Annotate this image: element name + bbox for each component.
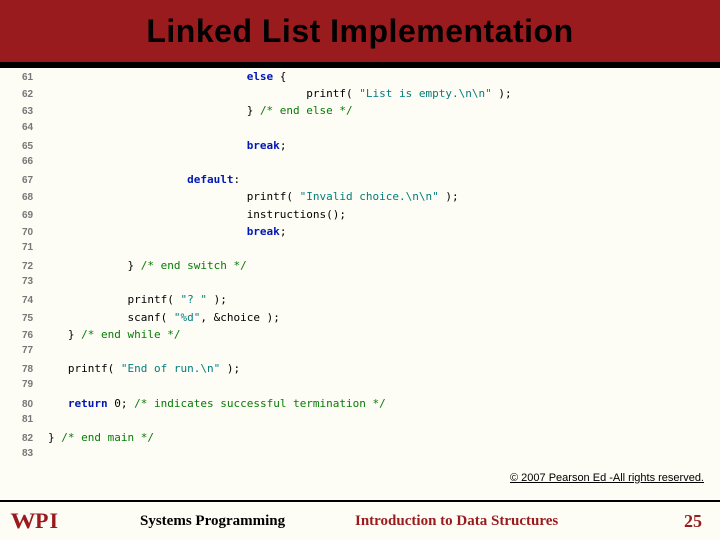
code-text: scanf( "%d", &choice ); <box>48 311 280 324</box>
code-text: printf( "End of run.\n" ); <box>48 362 240 375</box>
line-number: 76 <box>22 330 48 341</box>
line-number: 81 <box>22 414 48 425</box>
line-number: 73 <box>22 276 48 287</box>
code-line: 70 break; <box>22 225 602 242</box>
title-underline <box>0 62 720 68</box>
logo-letter-p: P <box>35 508 48 534</box>
line-number: 80 <box>22 399 48 410</box>
line-number: 68 <box>22 192 48 203</box>
code-line: 71 <box>22 242 602 259</box>
line-number: 71 <box>22 242 48 253</box>
code-line: 64 <box>22 122 602 139</box>
line-number: 79 <box>22 379 48 390</box>
code-line: 78 printf( "End of run.\n" ); <box>22 362 602 379</box>
code-line: 66 <box>22 156 602 173</box>
slide: Linked List Implementation 61 else {62 p… <box>0 0 720 540</box>
code-line: 81 <box>22 414 602 431</box>
line-number: 65 <box>22 141 48 152</box>
line-number: 82 <box>22 433 48 444</box>
code-text: printf( "Invalid choice.\n\n" ); <box>48 190 459 203</box>
line-number: 61 <box>22 72 48 83</box>
footer: W P I Systems Programming Introduction t… <box>0 500 720 540</box>
code-text: } /* end else */ <box>48 104 353 117</box>
line-number: 75 <box>22 313 48 324</box>
page-number: 25 <box>684 511 702 532</box>
line-number: 63 <box>22 106 48 117</box>
code-line: 65 break; <box>22 139 602 156</box>
code-text: break; <box>48 139 286 152</box>
footer-center-text: Introduction to Data Structures <box>355 513 558 530</box>
code-line: 79 <box>22 379 602 396</box>
code-text: printf( "? " ); <box>48 293 227 306</box>
code-text: } /* end while */ <box>48 328 180 341</box>
code-line: 72 } /* end switch */ <box>22 259 602 276</box>
code-text: } /* end switch */ <box>48 259 247 272</box>
code-line: 73 <box>22 276 602 293</box>
line-number: 83 <box>22 448 48 459</box>
code-line: 74 printf( "? " ); <box>22 293 602 310</box>
line-number: 78 <box>22 364 48 375</box>
logo-letter-w: W <box>10 508 35 534</box>
code-text: instructions(); <box>48 208 346 221</box>
line-number: 70 <box>22 227 48 238</box>
code-line: 69 instructions(); <box>22 208 602 225</box>
code-line: 80 return 0; /* indicates successful ter… <box>22 397 602 414</box>
code-line: 67 default: <box>22 173 602 190</box>
line-number: 74 <box>22 295 48 306</box>
code-line: 63 } /* end else */ <box>22 104 602 121</box>
copyright-text: © 2007 Pearson Ed -All rights reserved. <box>510 472 704 484</box>
code-line: 77 <box>22 345 602 362</box>
code-line: 61 else { <box>22 70 602 87</box>
code-text: else { <box>48 70 286 83</box>
line-number: 66 <box>22 156 48 167</box>
line-number: 67 <box>22 175 48 186</box>
code-line: 76 } /* end while */ <box>22 328 602 345</box>
code-text: } /* end main */ <box>48 431 154 444</box>
footer-left-text: Systems Programming <box>140 513 285 530</box>
code-block: 61 else {62 printf( "List is empty.\n\n"… <box>22 70 602 465</box>
code-text: return 0; /* indicates successful termin… <box>48 397 386 410</box>
code-line: 82} /* end main */ <box>22 431 602 448</box>
line-number: 77 <box>22 345 48 356</box>
line-number: 72 <box>22 261 48 272</box>
slide-title: Linked List Implementation <box>146 13 573 50</box>
code-line: 62 printf( "List is empty.\n\n" ); <box>22 87 602 104</box>
code-line: 68 printf( "Invalid choice.\n\n" ); <box>22 190 602 207</box>
wpi-logo: W P I <box>12 508 58 534</box>
line-number: 64 <box>22 122 48 133</box>
code-line: 83 <box>22 448 602 465</box>
line-number: 69 <box>22 210 48 221</box>
logo-letter-i: I <box>49 508 58 534</box>
line-number: 62 <box>22 89 48 100</box>
code-text: break; <box>48 225 286 238</box>
title-bar: Linked List Implementation <box>0 0 720 62</box>
code-text: default: <box>48 173 240 186</box>
code-line: 75 scanf( "%d", &choice ); <box>22 311 602 328</box>
code-text: printf( "List is empty.\n\n" ); <box>48 87 512 100</box>
